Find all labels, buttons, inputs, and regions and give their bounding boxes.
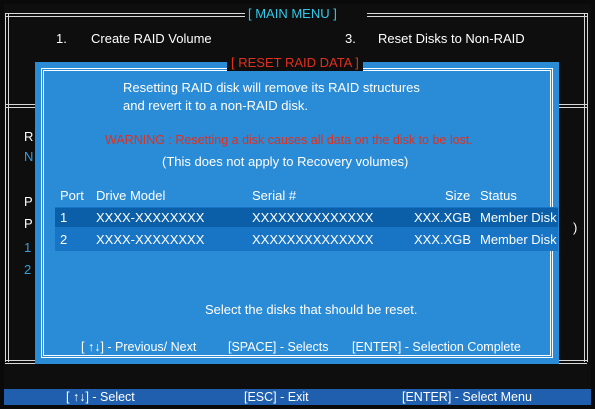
column-header-serial: Serial # bbox=[252, 188, 297, 203]
info-border-left bbox=[5, 104, 9, 362]
warning-text: WARNING : Resetting a disk causes all da… bbox=[105, 133, 473, 147]
disk-model: XXXX-XXXXXXXX bbox=[96, 232, 205, 247]
menu-item-create-raid-volume[interactable]: Create RAID Volume bbox=[91, 31, 212, 47]
disk-port: 2 bbox=[60, 232, 68, 247]
disk-serial: XXXXXXXXXXXXXX bbox=[252, 210, 374, 225]
main-menu-border-left bbox=[5, 13, 9, 106]
column-header-port: Port bbox=[60, 188, 84, 203]
help-space-select: [SPACE] - Selects bbox=[225, 339, 332, 355]
bg-fragment: R bbox=[24, 129, 34, 144]
bg-fragment: 1 bbox=[24, 240, 32, 255]
bg-fragment: 2 bbox=[24, 262, 32, 277]
recovery-note: (This does not apply to Recovery volumes… bbox=[162, 154, 409, 169]
dialog-intro-line2: and revert it to a non-RAID disk. bbox=[123, 98, 308, 113]
bg-fragment: P bbox=[24, 194, 33, 209]
main-menu-border-right bbox=[584, 13, 588, 106]
disk-size: XXX.XGB bbox=[414, 210, 472, 225]
dialog-intro-line1: Resetting RAID disk will remove its RAID… bbox=[123, 80, 420, 95]
main-menu-title: [ MAIN MENU ] bbox=[248, 6, 337, 21]
disk-port: 1 bbox=[60, 210, 68, 225]
menu-item-reset-disks[interactable]: Reset Disks to Non-RAID bbox=[378, 31, 525, 47]
help-navigate: [ ↑↓] - Previous/ Next bbox=[78, 339, 200, 355]
column-header-size: Size bbox=[445, 188, 471, 203]
main-menu-border-top-left bbox=[5, 13, 245, 17]
footer-select-hint: [ ↑↓] - Select bbox=[66, 390, 135, 404]
column-header-drive-model: Drive Model bbox=[96, 188, 166, 203]
dialog-title: [ RESET RAID DATA ] bbox=[227, 55, 363, 71]
menu-item-number: 3. bbox=[345, 31, 356, 46]
column-header-status: Status bbox=[480, 188, 517, 203]
disk-status: Member Disk bbox=[480, 232, 557, 247]
disk-status: Member Disk bbox=[480, 210, 557, 225]
help-enter-complete: [ENTER] - Selection Complete bbox=[349, 339, 524, 355]
menu-item-number: 1. bbox=[56, 31, 67, 46]
disk-size: XXX.XGB bbox=[414, 232, 472, 247]
select-disks-prompt: Select the disks that should be reset. bbox=[205, 302, 418, 317]
footer-exit-hint: [ESC] - Exit bbox=[244, 390, 309, 404]
disk-model: XXXX-XXXXXXXX bbox=[96, 210, 205, 225]
main-menu-border-top-right bbox=[367, 13, 587, 17]
bg-fragment: ) bbox=[573, 220, 578, 235]
info-border-right bbox=[584, 104, 588, 362]
disk-serial: XXXXXXXXXXXXXX bbox=[252, 232, 374, 247]
footer-enter-hint: [ENTER] - Select Menu bbox=[402, 390, 532, 404]
bg-fragment: N bbox=[24, 149, 34, 164]
bg-fragment: P bbox=[24, 216, 33, 231]
